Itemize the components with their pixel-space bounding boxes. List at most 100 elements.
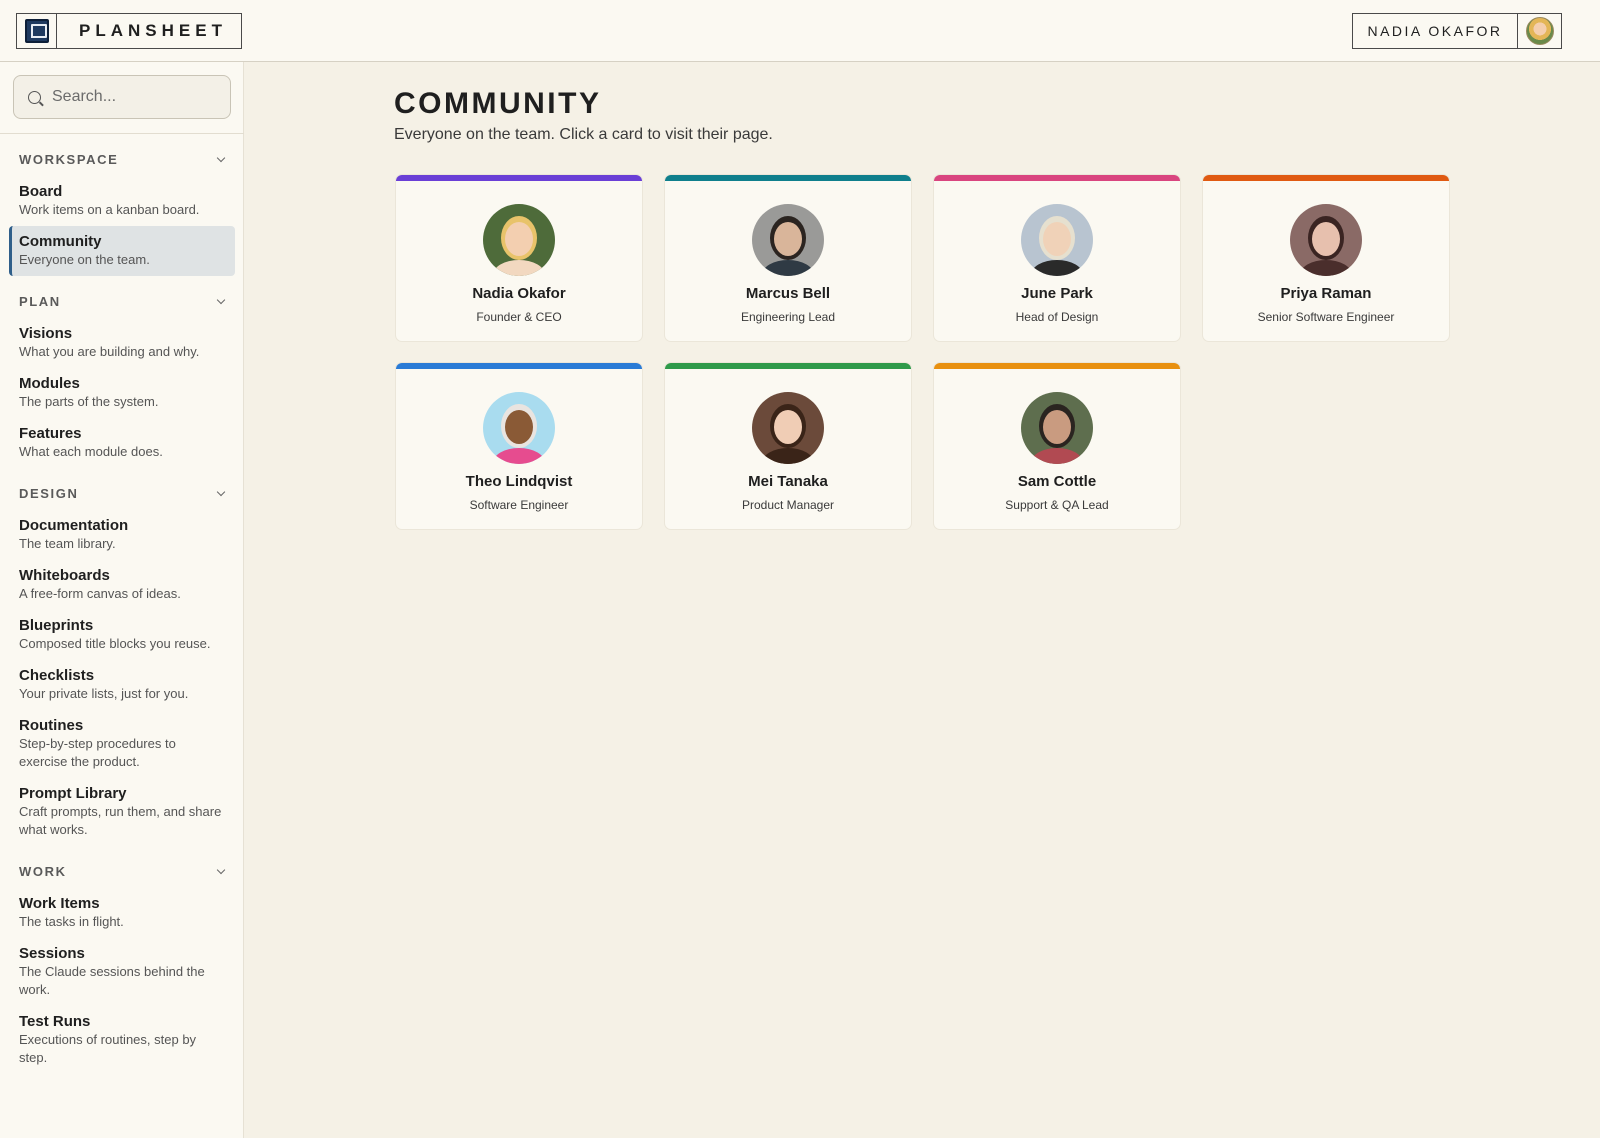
sidebar-item-description: The Claude sessions behind the work. [19,964,205,997]
sidebar: WORKSPACE Board Work items on a kanban boa… [0,62,244,1138]
card-accent-bar [934,175,1180,181]
sidebar-item-description: Step-by-step procedures to exercise the … [19,736,176,769]
sidebar-item-label: Blueprints [19,617,94,634]
sidebar-item-description: Your private lists, just for you. [19,686,189,701]
sidebar-item-visions[interactable]: Visions What you are building and why. [9,318,235,368]
sidebar-item-blueprints[interactable]: Blueprints Composed title blocks you reus… [9,610,235,660]
member-name: Nadia Okafor [472,285,566,302]
sidebar-item-documentation[interactable]: Documentation The team library. [9,510,235,560]
member-role: Product Manager [741,498,835,512]
sidebar-item-label: Sessions [19,945,85,962]
sidebar-item-modules[interactable]: Modules The parts of the system. [9,368,235,418]
chevron-down-icon[interactable] [216,865,226,874]
member-avatar [483,392,555,464]
sidebar-item-label: Checklists [19,667,95,684]
sidebar-item-description: A free-form canvas of ideas. [19,586,181,601]
nav-section-title: WORK [19,863,67,879]
member-card-june-park[interactable]: June Park Head of Design [933,174,1181,342]
user-avatar-frame [1517,14,1561,48]
card-accent-bar [665,175,911,181]
brand-logo-link[interactable]: PLANSHEET [16,13,242,49]
member-name: Mei Tanaka [748,473,828,490]
user-name: NADIA OKAFOR [1367,23,1503,39]
sidebar-item-description: What you are building and why. [19,344,200,359]
sidebar-item-label: Features [19,425,82,442]
sidebar-item-label: Test Runs [19,1013,91,1030]
card-accent-bar [396,175,642,181]
sidebar-item-checklists[interactable]: Checklists Your private lists, just for y… [9,660,235,710]
member-card-mei-tanaka[interactable]: Mei Tanaka Product Manager [664,362,912,530]
member-card-theo-lindqvist[interactable]: Theo Lindqvist Software Engineer [395,362,643,530]
nav-section-plan[interactable]: PLAN [0,288,244,314]
search-icon [28,90,41,104]
sidebar-item-description: The parts of the system. [19,394,159,409]
sidebar-item-work-items[interactable]: Work Items The tasks in flight. [9,888,235,938]
brand-name: PLANSHEET [79,21,227,40]
member-card-priya-raman[interactable]: Priya Raman Senior Software Engineer [1202,174,1450,342]
sidebar-item-label: Modules [19,375,80,392]
sidebar-item-prompt-library[interactable]: Prompt Library Craft prompts, run them, a… [9,778,235,846]
sidebar-item-label: Work Items [19,895,100,912]
sidebar-item-routines[interactable]: Routines Step-by-step procedures to exerc… [9,710,235,778]
member-name: Marcus Bell [745,285,831,302]
sidebar-nav: WORKSPACE Board Work items on a kanban boa… [0,134,244,1074]
search-input[interactable] [52,88,222,106]
member-role: Founder & CEO [476,310,562,324]
page-title: COMMUNITY [394,87,602,120]
sidebar-item-description: What each module does. [19,444,163,459]
sidebar-item-sessions[interactable]: Sessions The Claude sessions behind the w… [9,938,235,1006]
member-name: Sam Cottle [1017,473,1097,490]
sidebar-item-community[interactable]: Community Everyone on the team. [9,226,235,276]
member-role: Software Engineer [469,498,569,512]
search-box[interactable] [13,75,231,119]
sidebar-item-description: The tasks in flight. [19,914,124,929]
member-avatar [1021,204,1093,276]
sidebar-item-label: Documentation [19,517,129,534]
chevron-down-icon[interactable] [216,295,226,304]
main-header: COMMUNITY Everyone on the team. Click a … [394,84,773,144]
sidebar-item-label: Routines [19,717,84,734]
sidebar-item-label: Visions [19,325,73,342]
member-card-nadia-okafor[interactable]: Nadia Okafor Founder & CEO [395,174,643,342]
member-avatar [1021,392,1093,464]
chevron-down-icon[interactable] [216,153,226,162]
member-role: Head of Design [1015,310,1099,324]
member-avatar [752,204,824,276]
plansheet-logo-icon [17,14,57,48]
nav-section-title: PLAN [19,293,61,309]
sidebar-item-description: Craft prompts, run them, and share what … [19,804,222,837]
sidebar-item-test-runs[interactable]: Test Runs Executions of routines, step by… [9,1006,235,1074]
user-avatar [1525,17,1554,45]
member-avatar [752,392,824,464]
sidebar-item-whiteboards[interactable]: Whiteboards A free-form canvas of ideas. [9,560,235,610]
member-name: Theo Lindqvist [465,473,573,490]
nav-section-title: WORKSPACE [19,151,119,167]
sidebar-item-description: Composed title blocks you reuse. [19,636,211,651]
sidebar-item-description: Executions of routines, step by step. [19,1032,197,1065]
member-name: Priya Raman [1280,285,1372,302]
nav-section-workspace[interactable]: WORKSPACE [0,146,244,172]
member-card-marcus-bell[interactable]: Marcus Bell Engineering Lead [664,174,912,342]
sidebar-item-label: Community [19,233,102,250]
sidebar-item-board[interactable]: Board Work items on a kanban board. [9,176,235,226]
chevron-down-icon[interactable] [216,487,226,496]
card-accent-bar [934,363,1180,369]
user-menu-button[interactable]: NADIA OKAFOR [1352,13,1562,49]
sidebar-item-label: Board [19,183,63,200]
member-avatar [483,204,555,276]
member-card-sam-cottle[interactable]: Sam Cottle Support & QA Lead [933,362,1181,530]
nav-section-title: DESIGN [19,485,79,501]
card-accent-bar [396,363,642,369]
nav-section-work[interactable]: WORK [0,858,244,884]
sidebar-item-label: Prompt Library [19,785,127,802]
nav-section-design[interactable]: DESIGN [0,480,244,506]
sidebar-item-description: Work items on a kanban board. [19,202,200,217]
member-role: Engineering Lead [740,310,836,324]
member-role: Senior Software Engineer [1257,310,1395,324]
card-accent-bar [665,363,911,369]
sidebar-item-description: The team library. [19,536,116,551]
member-name: June Park [1021,285,1093,302]
card-accent-bar [1203,175,1449,181]
sidebar-item-description: Everyone on the team. [19,252,150,267]
sidebar-item-features[interactable]: Features What each module does. [9,418,235,468]
